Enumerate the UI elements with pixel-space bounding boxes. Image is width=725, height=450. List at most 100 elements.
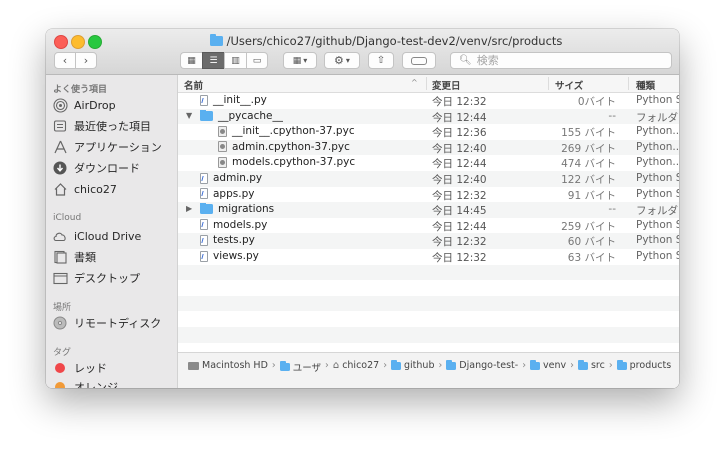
path-segment[interactable]: Django-test- [446,359,518,371]
path-segment[interactable]: src [577,359,605,371]
icloud-header: iCloud [53,213,82,223]
sidebar-item-applications[interactable]: アプリケーション [52,137,162,157]
disclosure-expanded-icon[interactable]: ▼ [186,111,192,120]
folder-icon [530,359,541,370]
path-segment[interactable]: github [391,359,434,371]
close-button[interactable] [54,35,68,49]
search-field[interactable]: 🔍︎ [450,52,672,69]
file-row[interactable]: admin.py 今日 12:40 122 バイト Python So [178,171,679,187]
sidebar-item-home[interactable]: chico27 [52,179,117,199]
disclosure-collapsed-icon[interactable]: ▶ [186,204,192,213]
size-cell: -- [608,203,616,216]
file-row[interactable]: __init__.cpython-37.pyc 今日 12:36 155 バイト Py… [178,124,679,140]
zoom-button[interactable] [88,35,102,49]
empty-row [178,280,679,296]
size-cell: 155 バイト [561,127,616,140]
file-row[interactable]: models.py 今日 12:44 259 バイト Python So [178,218,679,234]
minimize-button[interactable] [71,35,85,49]
list-view-button[interactable]: ☰ [202,52,224,69]
share-icon: ⇧ [376,55,386,66]
column-name-header[interactable]: 名前 [184,78,203,92]
sidebar-item-label: リモートディスク [74,317,162,330]
sidebar-item-documents[interactable]: 書類 [52,247,96,267]
column-divider[interactable] [628,77,629,90]
size-cell: 259 バイト [561,220,616,233]
sidebar-item-label: chico27 [74,182,117,196]
name-cell: admin.py [200,172,262,184]
folder-icon [209,34,223,46]
column-divider[interactable] [548,77,549,90]
column-divider[interactable] [426,77,427,90]
column-kind-header[interactable]: 種類 [636,78,655,92]
share-button[interactable]: ⇧ [368,52,394,69]
folder-icon [391,359,402,370]
file-row[interactable]: models.cpython-37.pyc 今日 12:44 474 バイト Pyth… [178,155,679,171]
file-row[interactable]: admin.cpython-37.pyc 今日 12:40 269 バイト Pytho… [178,139,679,156]
sidebar-item-downloads[interactable]: ダウンロード [52,158,140,178]
sidebar-item-desktop[interactable]: デスクトップ [52,268,140,288]
favorites-header: よく使う項目 [53,85,108,95]
size-cell: 60 バイト [567,236,616,249]
file-name: admin.py [213,172,263,184]
gallery-view-button[interactable]: ▭ [246,52,268,69]
sidebar-item-remote-disc[interactable]: リモートディスク [52,313,161,333]
empty-row [178,264,679,281]
file-row[interactable]: __init__.py 今日 12:32 0バイト Python So [178,93,679,109]
kind-cell: Python...c [636,156,679,169]
orange-tag-icon [52,379,68,388]
sidebar-item-tag-orange[interactable]: オレンジ [52,377,118,388]
column-view-button[interactable]: ▥ [224,52,246,69]
name-cell: views.py [200,250,259,262]
window-title-text: /Users/chico27/github/Django-test-dev2/v… [226,34,563,48]
folder-row[interactable]: ▶ migrations 今日 14:45 -- フォルダ [178,202,679,218]
back-button[interactable]: ‹ [54,52,76,69]
search-input[interactable] [476,54,657,67]
path-segment[interactable]: ユーザ [279,360,322,374]
action-button[interactable]: ⚙ ▾ [324,52,360,69]
icon-view-button[interactable]: ▦ [180,52,202,69]
home-icon: ⌂ [332,359,340,371]
forward-button[interactable]: › [75,52,97,69]
pyc-file-icon [218,125,227,137]
documents-icon [52,249,68,265]
folder-icon [446,359,457,370]
file-name: views.py [213,250,259,262]
file-name: __pycache__ [218,109,283,122]
group-button[interactable]: ▦ ▾ [283,52,317,69]
path-segment[interactable]: ⌂ chico27 [333,360,379,371]
sidebar-item-icloud-drive[interactable]: iCloud Drive [52,226,141,246]
column-size-header[interactable]: サイズ [555,78,583,92]
file-row[interactable]: apps.py 今日 12:32 91 バイト Python So [178,187,679,203]
folder-row[interactable]: ▼ __pycache__ 今日 12:44 -- フォルダ [178,108,679,125]
size-cell: 0バイト [577,96,616,108]
tag-button[interactable] [402,52,436,69]
size-cell: 63 バイト [567,252,616,264]
chevron-down-icon: ▾ [345,56,350,65]
path-segment-label: src [590,360,605,371]
date-cell: 今日 12:36 [432,127,487,140]
sidebar-item-recents[interactable]: 最近使った項目 [52,116,151,136]
path-segment[interactable]: venv [530,359,566,371]
path-segment[interactable]: Macintosh HD [188,360,268,371]
sidebar-item-airdrop[interactable]: AirDrop [52,95,116,115]
column-date-header[interactable]: 変更日 [432,78,461,92]
sidebar-item-tag-red[interactable]: レッド [52,358,107,378]
path-segment[interactable]: products [616,359,671,371]
date-cell: 今日 12:44 [432,220,487,233]
kind-cell: フォルダ [636,111,678,124]
file-row[interactable]: views.py 今日 12:32 63 バイト Python So [178,249,679,265]
downloads-icon [52,160,68,176]
column-header: 名前 ^ 変更日 サイズ 種類 [178,75,679,93]
empty-row [178,327,679,343]
disk-icon [188,361,199,370]
size-cell: 122 バイト [561,174,616,186]
size-cell: 91 バイト [567,189,616,202]
name-cell: __pycache__ [200,109,283,122]
chevron-right-icon: › [608,360,613,371]
kind-cell: Python So [636,172,679,184]
path-segment-label: ユーザ [292,363,322,374]
kind-cell: Python So [636,234,679,247]
name-cell: __init__.cpython-37.pyc [218,125,355,137]
file-row[interactable]: tests.py 今日 12:32 60 バイト Python So [178,233,679,249]
date-cell: 今日 12:32 [432,189,487,202]
